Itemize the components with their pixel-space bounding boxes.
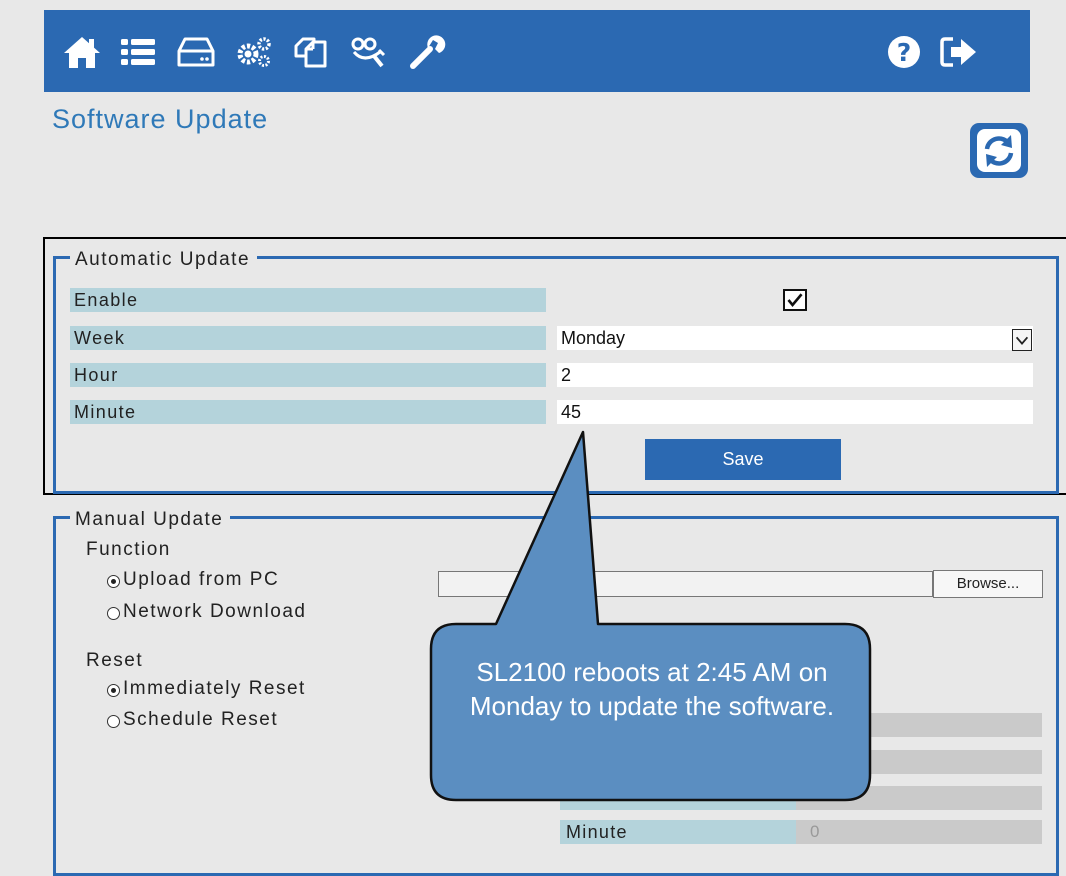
schedule-minute-input: 0 [796, 820, 1042, 844]
week-select[interactable]: Monday [557, 326, 1033, 350]
callout-text: SL2100 reboots at 2:45 AM on Monday to u… [469, 657, 835, 721]
schedule-field [796, 786, 1042, 810]
hour-input[interactable]: 2 [557, 363, 1033, 387]
network-icon[interactable] [348, 34, 388, 70]
immediately-reset-radio[interactable] [107, 684, 120, 697]
enable-label: Enable [70, 288, 546, 312]
top-nav-bar: ? [44, 10, 1030, 92]
upload-from-pc-label: Upload from PC [123, 569, 280, 590]
schedule-minute-label: Minute [560, 820, 796, 844]
schedule-reset-label: Schedule Reset [123, 709, 279, 730]
upload-file-input[interactable] [438, 571, 933, 597]
refresh-button[interactable] [970, 123, 1028, 178]
storage-icon[interactable] [176, 34, 216, 70]
reset-label: Reset [86, 650, 144, 671]
schedule-reset-radio[interactable] [107, 715, 120, 728]
minute-label: Minute [70, 400, 546, 424]
copy-icon[interactable] [290, 34, 330, 70]
list-icon[interactable] [118, 34, 158, 70]
upload-from-pc-radio[interactable] [107, 575, 120, 588]
page-title: Software Update [52, 104, 269, 134]
settings-icon[interactable] [234, 34, 274, 70]
svg-text:?: ? [897, 38, 912, 67]
help-icon[interactable]: ? [884, 34, 924, 70]
logout-icon[interactable] [939, 34, 979, 70]
checkmark-icon [787, 293, 803, 307]
schedule-field-label [560, 786, 796, 810]
browse-button[interactable]: Browse... [933, 570, 1043, 598]
network-download-radio[interactable] [107, 607, 120, 620]
network-download-label: Network Download [123, 601, 307, 622]
function-label: Function [86, 539, 171, 560]
hour-label: Hour [70, 363, 546, 387]
schedule-field [796, 750, 1042, 774]
automatic-update-legend: Automatic Update [70, 249, 258, 271]
tools-icon[interactable] [406, 34, 446, 70]
manual-update-legend: Manual Update [70, 509, 231, 531]
chevron-down-icon[interactable] [1012, 329, 1032, 351]
save-button[interactable]: Save [645, 439, 841, 480]
enable-checkbox[interactable] [783, 289, 807, 311]
minute-input[interactable]: 45 [557, 400, 1033, 424]
immediately-reset-label: Immediately Reset [123, 678, 306, 699]
week-label: Week [70, 326, 546, 350]
home-icon[interactable] [62, 34, 102, 70]
refresh-icon [977, 129, 1021, 172]
